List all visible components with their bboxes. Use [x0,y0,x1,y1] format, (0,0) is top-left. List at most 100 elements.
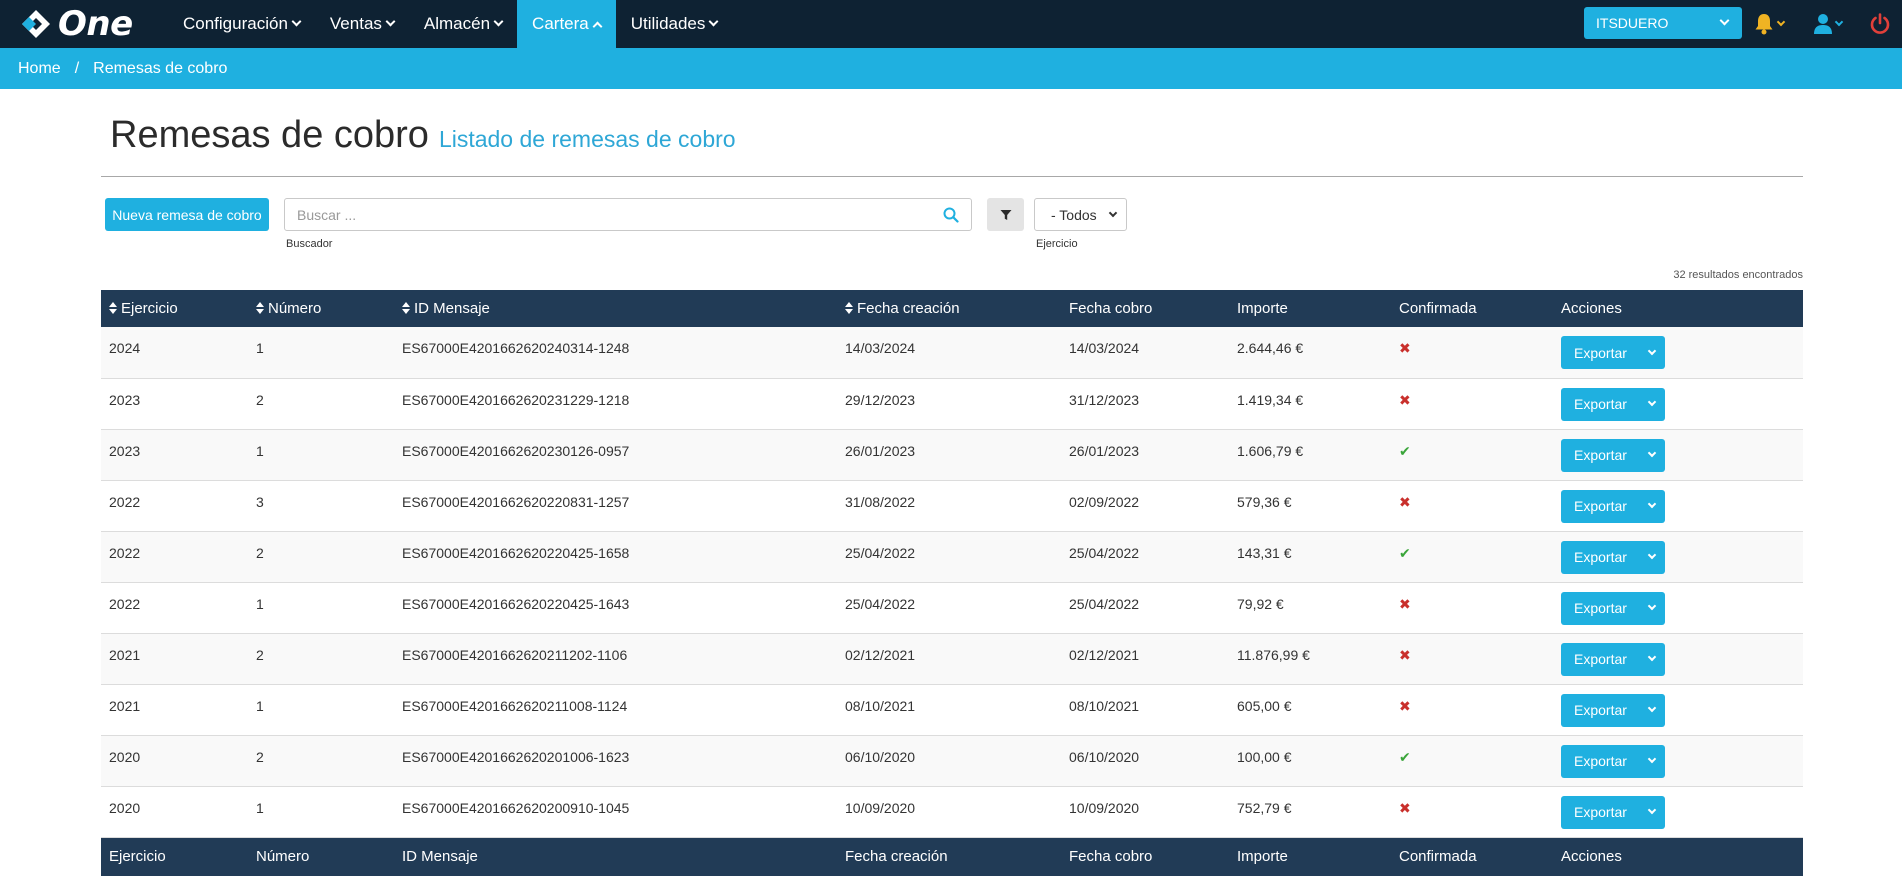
menu-almacen[interactable]: Almacén [409,0,517,48]
cell-acciones: Exportar [1553,378,1803,430]
breadcrumb-separator: / [74,59,80,77]
logo-icon [22,10,50,38]
export-dropdown-toggle[interactable] [1639,796,1665,829]
column-header-numero[interactable]: Número [248,290,394,327]
company-name: ITSDUERO [1596,15,1669,31]
export-dropdown-toggle[interactable] [1639,388,1665,421]
chevron-down-icon [1647,754,1657,764]
column-label: Fecha cobro [1069,300,1153,317]
menu-cartera[interactable]: Cartera [517,0,616,48]
export-label: Exportar [1574,600,1627,616]
cell-numero: 2 [248,531,394,583]
breadcrumb-home[interactable]: Home [18,60,61,78]
export-dropdown-toggle[interactable] [1639,541,1665,574]
search-input[interactable] [285,199,925,230]
year-select[interactable]: - Todos [1034,198,1127,231]
export-dropdown-toggle[interactable] [1639,643,1665,676]
notifications-button[interactable] [1754,11,1786,37]
menu-label: Configuración [183,14,288,33]
filter-icon [1000,209,1011,220]
page-title: Remesas de cobro [110,114,429,156]
chevron-down-icon [1108,208,1118,218]
cell-numero: 1 [248,582,394,634]
filter-button[interactable] [987,198,1024,231]
user-menu-button[interactable] [1814,11,1844,37]
export-button[interactable]: Exportar [1561,336,1665,369]
chevron-down-icon [1647,397,1657,407]
menu-ventas[interactable]: Ventas [315,0,409,48]
breadcrumb-current: Remesas de cobro [93,59,228,77]
chevron-down-icon [385,16,396,26]
column-header-id-mensaje[interactable]: ID Mensaje [394,290,837,327]
export-button[interactable]: Exportar [1561,795,1665,829]
chevron-down-icon [1647,499,1657,509]
column-header-fecha-creacion[interactable]: Fecha creación [837,290,1061,327]
search-icon[interactable] [943,207,959,223]
cell-confirmada: ✖ [1391,480,1553,532]
cell-importe: 100,00 € [1229,735,1391,787]
export-button[interactable]: Exportar [1561,693,1665,727]
export-dropdown-toggle[interactable] [1639,336,1665,369]
table-row: 2020 1 ES67000E4201662620200910-1045 10/09/… [101,786,1803,838]
export-button[interactable]: Exportar [1561,387,1665,421]
cell-id-mensaje: ES67000E4201662620211202-1106 [394,633,837,685]
export-label: Exportar [1574,447,1627,463]
export-button[interactable]: Exportar [1561,591,1665,625]
column-footer-numero: Número [248,837,394,876]
menu-configuracion[interactable]: Configuración [168,0,315,48]
column-label: ID Mensaje [414,300,490,317]
export-dropdown-toggle[interactable] [1639,745,1665,778]
export-button[interactable]: Exportar [1561,540,1665,574]
cell-confirmada: ✔ [1391,429,1553,481]
export-button[interactable]: Exportar [1561,489,1665,523]
export-dropdown-toggle[interactable] [1639,490,1665,523]
cell-acciones: Exportar [1553,429,1803,481]
export-button[interactable]: Exportar [1561,642,1665,676]
cell-fecha-creacion: 25/04/2022 [837,531,1061,583]
menu-utilidades[interactable]: Utilidades [616,0,733,48]
cell-importe: 579,36 € [1229,480,1391,532]
column-header-importe: Importe [1229,290,1391,327]
chevron-down-icon [1647,550,1657,560]
export-button[interactable]: Exportar [1561,744,1665,778]
sort-icon [845,302,853,315]
cell-acciones: Exportar [1553,480,1803,532]
cell-numero: 1 [248,429,394,481]
column-header-ejercicio[interactable]: Ejercicio [101,290,248,327]
column-label: Ejercicio [121,300,178,317]
logout-button[interactable] [1870,11,1890,37]
chevron-up-icon [592,21,603,31]
cell-ejercicio: 2021 [101,684,248,736]
cell-fecha-cobro: 02/09/2022 [1061,480,1229,532]
export-button[interactable]: Exportar [1561,438,1665,472]
cell-fecha-creacion: 26/01/2023 [837,429,1061,481]
column-footer-confirmada: Confirmada [1391,837,1553,876]
export-dropdown-toggle[interactable] [1639,439,1665,472]
column-label: Fecha creación [857,300,960,317]
export-label: Exportar [1574,549,1627,565]
year-caption: Ejercicio [1036,238,1078,250]
cell-confirmada: ✖ [1391,786,1553,838]
chevron-down-icon [493,16,504,26]
cell-fecha-cobro: 26/01/2023 [1061,429,1229,481]
cross-icon: ✖ [1399,391,1411,408]
cell-id-mensaje: ES67000E4201662620211008-1124 [394,684,837,736]
cell-fecha-cobro: 02/12/2021 [1061,633,1229,685]
export-dropdown-toggle[interactable] [1639,694,1665,727]
app-logo[interactable]: One [0,0,168,48]
export-label: Exportar [1574,804,1627,820]
export-label: Exportar [1574,753,1627,769]
menu-label: Cartera [532,14,589,33]
chevron-down-icon [291,16,302,26]
export-dropdown-toggle[interactable] [1639,592,1665,625]
cell-confirmada: ✖ [1391,684,1553,736]
cell-importe: 1.419,34 € [1229,378,1391,430]
cell-fecha-cobro: 06/10/2020 [1061,735,1229,787]
company-select[interactable]: ITSDUERO [1584,7,1742,39]
new-remittance-button[interactable]: Nueva remesa de cobro [105,198,269,231]
column-footer-fecha-creacion: Fecha creación [837,837,1061,876]
cell-fecha-cobro: 25/04/2022 [1061,582,1229,634]
cell-ejercicio: 2022 [101,531,248,583]
chevron-down-icon [1647,448,1657,458]
check-icon: ✔ [1399,544,1411,561]
